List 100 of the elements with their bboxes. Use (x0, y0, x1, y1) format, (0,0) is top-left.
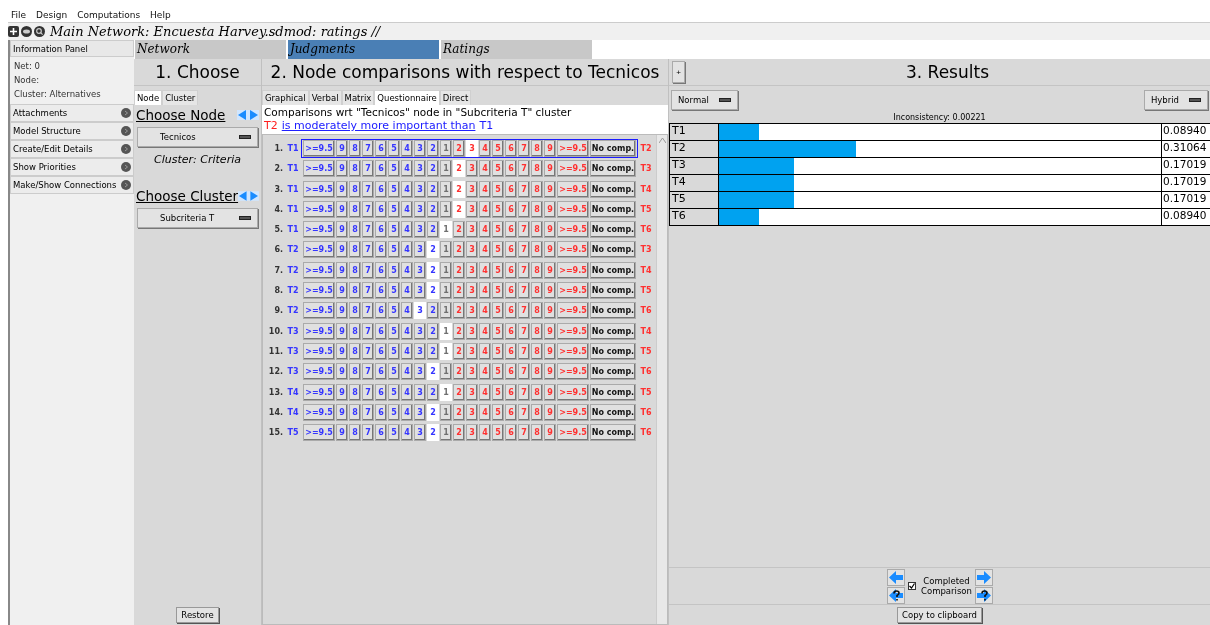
scale-button[interactable]: 9 (336, 221, 348, 239)
scale-button[interactable]: No comp. (590, 200, 636, 218)
scale-button[interactable]: 3 (466, 200, 478, 218)
scale-button[interactable]: 3 (414, 221, 426, 239)
scale-button[interactable]: 4 (479, 424, 491, 442)
scale-button[interactable]: 7 (518, 180, 530, 198)
scale-button[interactable]: 9 (544, 424, 556, 442)
scale-button[interactable]: 2 (453, 241, 465, 259)
scale-button[interactable]: 6 (505, 282, 517, 300)
scale-button[interactable]: 6 (375, 140, 387, 157)
scale-button[interactable]: 3 (414, 424, 426, 442)
scale-button[interactable]: 7 (518, 383, 530, 401)
scale-button[interactable]: 3 (466, 261, 478, 279)
scale-button[interactable]: 7 (362, 180, 374, 198)
scale-button[interactable]: 8 (349, 424, 361, 442)
comparison-scale[interactable]: >=9.5 9 8 7 6 5 4 3 2 1 2 3 4 5 6 7 8 9 >=9.5 No comp. (301, 423, 638, 443)
scale-button[interactable]: 9 (336, 160, 348, 178)
scale-button[interactable]: 5 (388, 342, 400, 360)
normal-dropdown[interactable]: Normal (671, 90, 738, 110)
scale-button[interactable]: 8 (349, 363, 361, 381)
scale-button[interactable]: 2 (427, 261, 439, 279)
scale-button[interactable]: 7 (518, 221, 530, 239)
scale-button[interactable]: 2 (453, 342, 465, 360)
tab[interactable]: Questionnaire (374, 90, 440, 105)
tab[interactable]: Node (134, 90, 163, 105)
scale-button[interactable]: >=9.5 (303, 342, 335, 360)
scale-button[interactable]: 6 (375, 180, 387, 198)
scale-button[interactable]: 5 (388, 221, 400, 239)
scale-button[interactable]: 4 (401, 363, 413, 381)
scale-button[interactable]: 9 (544, 383, 556, 401)
scale-button[interactable]: >=9.5 (303, 261, 335, 279)
scale-button[interactable]: 9 (544, 342, 556, 360)
scale-button[interactable]: 1 (440, 140, 452, 157)
scale-button[interactable]: 1 (440, 180, 452, 198)
search-icon[interactable] (34, 26, 45, 37)
scale-button[interactable]: 2 (453, 221, 465, 239)
scale-button[interactable]: 2 (427, 363, 439, 381)
scale-button[interactable]: 8 (349, 302, 361, 320)
comparison-scale[interactable]: >=9.5 9 8 7 6 5 4 3 2 1 2 3 4 5 6 7 8 9 >=9.5 No comp. (301, 159, 638, 179)
scale-button[interactable]: 9 (544, 302, 556, 320)
restore-button[interactable]: Restore (176, 607, 219, 623)
menu-item[interactable]: Computations (77, 10, 141, 20)
scale-button[interactable]: 4 (401, 403, 413, 421)
scale-button[interactable]: No comp. (590, 180, 636, 198)
scale-button[interactable]: 8 (349, 200, 361, 218)
scale-button[interactable]: 8 (531, 383, 543, 401)
scale-button[interactable]: 4 (479, 403, 491, 421)
scale-button[interactable]: 9 (336, 342, 348, 360)
scale-button[interactable]: 3 (414, 140, 426, 157)
scale-button[interactable]: 5 (492, 403, 504, 421)
scale-button[interactable]: No comp. (590, 261, 636, 279)
scale-button[interactable]: 3 (414, 363, 426, 381)
left-right-arrows-icon[interactable] (237, 110, 259, 120)
scale-button[interactable]: 3 (414, 241, 426, 259)
scale-button[interactable]: 2 (427, 140, 439, 157)
scale-button[interactable]: 2 (453, 180, 465, 198)
scale-button[interactable]: 6 (505, 180, 517, 198)
scale-button[interactable]: 8 (349, 383, 361, 401)
scale-button[interactable]: 3 (414, 180, 426, 198)
scale-button[interactable]: 9 (336, 302, 348, 320)
scale-button[interactable]: 6 (505, 424, 517, 442)
scale-button[interactable]: 8 (349, 282, 361, 300)
scale-button[interactable]: 4 (401, 282, 413, 300)
scale-button[interactable]: 8 (531, 261, 543, 279)
scale-button[interactable]: 4 (401, 342, 413, 360)
scale-button[interactable]: 2 (453, 302, 465, 320)
comparison-scale[interactable]: >=9.5 9 8 7 6 5 4 3 2 1 2 3 4 5 6 7 8 9 >=9.5 No comp. (301, 260, 638, 280)
scale-button[interactable]: 2 (427, 302, 439, 320)
scale-button[interactable]: 1 (440, 383, 452, 401)
comparison-scale[interactable]: >=9.5 9 8 7 6 5 4 3 2 1 2 3 4 5 6 7 8 9 >=9.5 No comp. (301, 341, 638, 361)
scale-button[interactable]: 2 (427, 342, 439, 360)
scale-button[interactable]: >=9.5 (557, 221, 589, 239)
scale-button[interactable]: 6 (375, 200, 387, 218)
scale-button[interactable]: 9 (336, 363, 348, 381)
scale-button[interactable]: 5 (388, 282, 400, 300)
scale-button[interactable]: 2 (427, 160, 439, 178)
choose-node-link[interactable]: Choose Node (136, 107, 226, 123)
scale-button[interactable]: 4 (479, 302, 491, 320)
scale-button[interactable]: 4 (479, 160, 491, 178)
comparison-scale[interactable]: >=9.5 9 8 7 6 5 4 3 2 1 2 3 4 5 6 7 8 9 >=9.5 No comp. (301, 199, 638, 219)
scale-button[interactable]: 8 (531, 302, 543, 320)
scale-button[interactable]: 5 (492, 282, 504, 300)
tab[interactable]: Judgments (288, 40, 439, 59)
scale-button[interactable]: 9 (544, 160, 556, 178)
scale-button[interactable]: No comp. (590, 383, 636, 401)
scale-button[interactable]: 6 (505, 200, 517, 218)
scale-button[interactable]: >=9.5 (557, 383, 589, 401)
scale-button[interactable]: 3 (466, 160, 478, 178)
scale-button[interactable]: 6 (505, 160, 517, 178)
scale-button[interactable]: 5 (388, 383, 400, 401)
scale-button[interactable]: >=9.5 (303, 322, 335, 340)
scale-button[interactable]: 3 (466, 221, 478, 239)
scale-button[interactable]: 6 (375, 261, 387, 279)
scale-button[interactable]: 3 (466, 140, 478, 157)
scale-button[interactable]: 5 (492, 383, 504, 401)
tab[interactable]: Matrix (341, 90, 375, 105)
scale-button[interactable]: 9 (336, 403, 348, 421)
scale-button[interactable]: 5 (388, 180, 400, 198)
scale-button[interactable]: 9 (336, 322, 348, 340)
scale-button[interactable]: 4 (401, 241, 413, 259)
